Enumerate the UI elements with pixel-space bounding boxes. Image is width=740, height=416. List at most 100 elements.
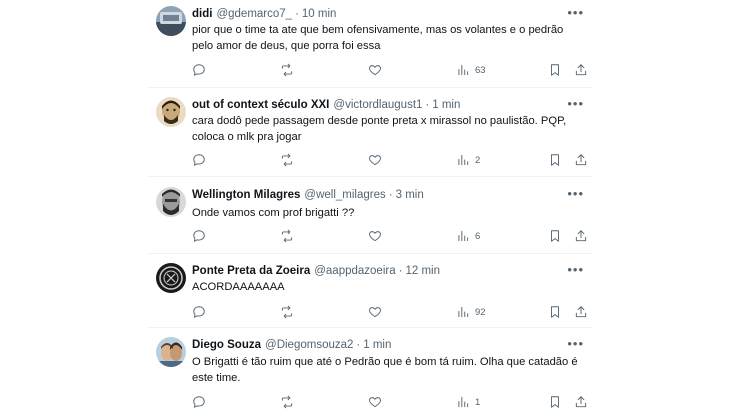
- like-button[interactable]: [368, 304, 382, 320]
- tweet-text: Onde vamos com prof brigatti ??: [192, 207, 355, 219]
- bookmark-button[interactable]: [548, 304, 562, 320]
- more-icon[interactable]: •••: [567, 337, 584, 351]
- timestamp[interactable]: 3 min: [396, 189, 424, 201]
- tweet-actions: 2: [192, 152, 588, 168]
- share-button[interactable]: [574, 228, 588, 244]
- share-button[interactable]: [574, 152, 588, 168]
- tweet-header: Ponte Preta da Zoeira @aappdazoeira · 12…: [192, 263, 562, 279]
- retweet-icon: [281, 153, 293, 167]
- bookmark-button[interactable]: [548, 228, 562, 244]
- timestamp[interactable]: 1 min: [432, 99, 460, 111]
- views-button[interactable]: 2: [456, 152, 480, 168]
- tweet-actions: 6: [192, 228, 588, 244]
- tweet[interactable]: Wellington Milagres @well_milagres · 3 m…: [148, 187, 592, 247]
- bookmark-icon: [551, 64, 559, 76]
- share-button[interactable]: [574, 394, 588, 410]
- views-button[interactable]: 63: [456, 62, 486, 78]
- views-button[interactable]: 1: [456, 394, 480, 410]
- user-handle[interactable]: @aappdazoeira: [314, 265, 395, 277]
- tweet-text: ACORDAAAAAAA: [192, 281, 285, 293]
- reply-button[interactable]: [192, 152, 206, 168]
- heart-icon: [369, 397, 381, 408]
- user-handle[interactable]: @gdemarco7_: [216, 8, 292, 20]
- tweet-feed: didi @gdemarco7_ · 10 min ••• pior que o…: [148, 0, 592, 416]
- views-button[interactable]: 92: [456, 304, 486, 320]
- retweet-icon: [281, 395, 293, 409]
- bookmark-icon: [551, 230, 559, 242]
- avatar[interactable]: [156, 97, 186, 127]
- share-icon: [575, 396, 587, 408]
- reply-button[interactable]: [192, 304, 206, 320]
- bookmark-button[interactable]: [548, 152, 562, 168]
- separator-dot: ·: [398, 265, 403, 277]
- user-handle[interactable]: @well_milagres: [304, 189, 385, 201]
- retweet-button[interactable]: [280, 304, 294, 320]
- timestamp[interactable]: 1 min: [363, 339, 391, 351]
- views-count: 6: [475, 230, 481, 242]
- reply-button[interactable]: [192, 394, 206, 410]
- more-icon[interactable]: •••: [567, 263, 584, 277]
- views-count: 1: [475, 396, 481, 408]
- heart-icon: [369, 307, 381, 318]
- tweet-header: didi @gdemarco7_ · 10 min: [192, 6, 562, 22]
- views-count: 63: [475, 64, 486, 76]
- views-icon: [458, 396, 469, 408]
- views-button[interactable]: 6: [456, 228, 480, 244]
- tweet[interactable]: didi @gdemarco7_ · 10 min ••• pior que o…: [148, 6, 592, 86]
- bookmark-button[interactable]: [548, 62, 562, 78]
- tweet-header: Diego Souza @Diegomsouza2 · 1 min: [192, 337, 562, 353]
- heart-icon: [369, 65, 381, 76]
- retweet-button[interactable]: [280, 228, 294, 244]
- tweet[interactable]: out of context século XXI @victordlaugus…: [148, 97, 592, 169]
- separator-dot: ·: [295, 8, 299, 20]
- reply-button[interactable]: [192, 228, 206, 244]
- display-name[interactable]: didi: [192, 8, 212, 20]
- more-icon[interactable]: •••: [567, 6, 584, 20]
- tweet[interactable]: Diego Souza @Diegomsouza2 · 1 min ••• O …: [148, 337, 592, 413]
- divider: [148, 87, 592, 88]
- display-name[interactable]: out of context século XXI: [192, 99, 329, 111]
- display-name[interactable]: Diego Souza: [192, 339, 261, 351]
- like-button[interactable]: [368, 228, 382, 244]
- retweet-button[interactable]: [280, 152, 294, 168]
- retweet-button[interactable]: [280, 394, 294, 410]
- display-name[interactable]: Ponte Preta da Zoeira: [192, 265, 310, 277]
- reply-icon: [193, 396, 205, 408]
- avatar[interactable]: [156, 263, 186, 293]
- more-icon[interactable]: •••: [567, 97, 584, 111]
- user-handle[interactable]: @Diegomsouza2: [265, 339, 353, 351]
- reply-icon: [193, 306, 205, 318]
- more-icon[interactable]: •••: [567, 187, 584, 201]
- tweet-actions: 63: [192, 62, 588, 78]
- avatar[interactable]: [156, 337, 186, 367]
- retweet-button[interactable]: [280, 62, 294, 78]
- display-name[interactable]: Wellington Milagres: [192, 189, 300, 201]
- tweet-text: O Brigatti é tão ruim que até o Pedrão q…: [192, 356, 581, 384]
- like-button[interactable]: [368, 152, 382, 168]
- like-button[interactable]: [368, 394, 382, 410]
- share-button[interactable]: [574, 304, 588, 320]
- views-count: 92: [475, 306, 486, 318]
- timestamp[interactable]: 12 min: [405, 265, 440, 277]
- user-handle[interactable]: @victordlaugust1: [333, 99, 422, 111]
- share-icon: [575, 306, 587, 318]
- tweet-header: Wellington Milagres @well_milagres · 3 m…: [192, 187, 562, 203]
- reply-icon: [193, 64, 205, 76]
- separator-dot: ·: [425, 99, 430, 111]
- avatar[interactable]: [156, 6, 186, 36]
- timestamp[interactable]: 10 min: [302, 8, 337, 20]
- divider: [148, 176, 592, 177]
- tweet[interactable]: Ponte Preta da Zoeira @aappdazoeira · 12…: [148, 263, 592, 323]
- bookmark-button[interactable]: [548, 394, 562, 410]
- tweet-actions: 92: [192, 304, 588, 320]
- divider: [148, 253, 592, 254]
- reply-button[interactable]: [192, 62, 206, 78]
- views-icon: [458, 306, 469, 318]
- like-button[interactable]: [368, 62, 382, 78]
- share-button[interactable]: [574, 62, 588, 78]
- share-icon: [575, 64, 587, 76]
- tweet-text: pior que o time ta ate que bem ofensivam…: [192, 24, 567, 52]
- reply-icon: [193, 154, 205, 166]
- share-icon: [575, 230, 587, 242]
- avatar[interactable]: [156, 187, 186, 217]
